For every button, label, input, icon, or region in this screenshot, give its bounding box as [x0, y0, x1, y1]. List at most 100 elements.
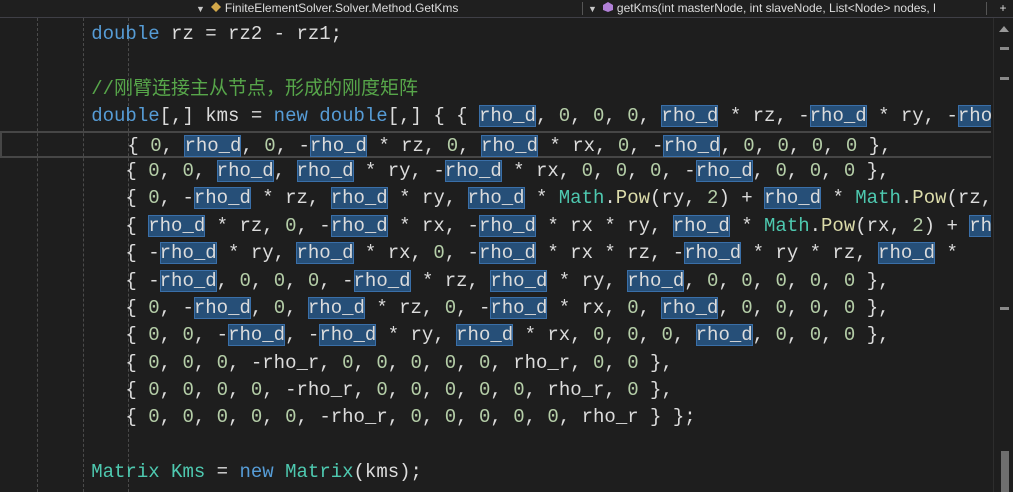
code-token: ,: [638, 324, 662, 347]
code-token: new: [273, 105, 308, 128]
code-line[interactable]: { 0, 0, 0, 0, 0, -rho_r, 0, 0, 0, 0, 0, …: [0, 404, 991, 431]
code-token: *: [821, 187, 856, 210]
code-token: *: [729, 214, 765, 237]
class-dropdown[interactable]: ▼ FiniteElementSolver.Solver.Method.GetKm…: [196, 0, 578, 17]
code-token: , -: [275, 134, 310, 157]
code-token: },: [638, 351, 673, 374]
code-token: ,: [627, 159, 651, 182]
vertical-scrollbar[interactable]: [993, 18, 1013, 492]
code-token: ,: [535, 105, 559, 128]
code-line[interactable]: { 0, 0, rho_d, rho_d * ry, -rho_d * rx, …: [0, 158, 991, 185]
code-token: 0: [775, 296, 787, 319]
highlighted-reference: rho_d: [319, 324, 377, 347]
code-line[interactable]: { -rho_d, 0, 0, 0, -rho_d * rz, rho_d * …: [0, 268, 991, 295]
highlighted-reference: rho_d: [764, 187, 822, 210]
code-line[interactable]: double rz = rz2 - rz1;: [0, 21, 991, 48]
split-editor-icon[interactable]: +: [993, 0, 1013, 17]
scrollbar-thumb[interactable]: [1001, 451, 1009, 492]
code-token: * rz,: [366, 134, 447, 157]
code-token: 0: [182, 324, 194, 347]
code-token: , rho_r } };: [558, 406, 696, 429]
scroll-up-arrow-icon[interactable]: [999, 26, 1009, 32]
code-token: 0: [513, 406, 525, 429]
code-token: ,: [821, 296, 844, 319]
code-token: 0: [216, 406, 229, 429]
code-token: 0: [273, 269, 286, 292]
highlighted-reference: rho_d: [672, 214, 730, 237]
code-token: 0: [182, 351, 194, 374]
highlighted-reference: rho_d: [490, 296, 548, 319]
code-token: ,: [159, 406, 183, 429]
code-token: double: [91, 105, 160, 128]
code-line[interactable]: { 0, -rho_d * rz, rho_d * ry, rho_d * Ma…: [0, 185, 991, 212]
code-editor[interactable]: double rz = rz2 - rz1; //刚臂连接主从节点，形成的刚度矩…: [0, 18, 991, 492]
code-token: 0: [433, 242, 445, 265]
code-token: Pow: [912, 187, 947, 210]
code-token: 0: [843, 296, 856, 319]
code-token: , rho_r,: [524, 379, 628, 402]
highlighted-reference: rho_d: [661, 105, 719, 128]
code-token: 0: [741, 269, 753, 292]
current-code-line[interactable]: { 0, rho_d, 0, -rho_d * rz, 0, rho_d * r…: [0, 130, 991, 158]
code-line[interactable]: { 0, 0, 0, -rho_r, 0, 0, 0, 0, 0, rho_r,…: [0, 350, 991, 377]
code-line[interactable]: [0, 48, 991, 75]
code-token: 0: [250, 406, 263, 429]
code-token: ,: [638, 105, 662, 128]
code-token: ,: [228, 379, 251, 402]
code-token: * rx,: [513, 324, 593, 347]
code-line[interactable]: { 0, -rho_d, 0, rho_d * rz, 0, -rho_d * …: [0, 295, 991, 322]
code-token: 0: [148, 324, 160, 347]
highlighted-reference: rho_d: [444, 159, 502, 182]
code-token: 0: [558, 105, 571, 128]
code-token: 0: [148, 296, 160, 319]
code-token: (rx,: [855, 214, 913, 237]
highlighted-reference: rho_d: [627, 269, 685, 292]
code-token: Matrix: [285, 461, 354, 484]
code-token: ,: [250, 296, 274, 319]
code-token: 0: [376, 379, 388, 402]
code-token: ,: [285, 269, 308, 292]
code-token: (kms);: [353, 461, 422, 484]
code-token: 0: [707, 269, 719, 292]
code-token: {: [0, 351, 149, 374]
code-line[interactable]: //刚臂连接主从节点，形成的刚度矩阵: [0, 76, 991, 103]
code-token: 0: [627, 296, 639, 319]
code-token: ,: [638, 296, 662, 319]
code-token: , -: [444, 242, 479, 265]
code-token: =: [205, 461, 240, 484]
code-line[interactable]: { 0, 0, 0, 0, -rho_r, 0, 0, 0, 0, 0, rho…: [0, 377, 991, 404]
scrollbar-track[interactable]: [998, 38, 1009, 492]
code-token: ,: [752, 296, 776, 319]
highlighted-reference: rho_d: [695, 159, 753, 182]
code-line[interactable]: { rho_d * rz, 0, -rho_d * rx, -rho_d * r…: [0, 213, 991, 240]
code-token: 0: [342, 351, 354, 374]
highlighted-reference: rho_d: [353, 269, 411, 292]
code-line[interactable]: { -rho_d * ry, rho_d * rx, 0, -rho_d * r…: [0, 240, 991, 267]
code-token: 0: [444, 351, 457, 374]
code-token: 0: [444, 296, 457, 319]
method-dropdown[interactable]: ▼ getKms(int masterNode, int slaveNode, L…: [588, 0, 982, 17]
code-token: 0: [264, 134, 276, 157]
code-line[interactable]: Matrix Kms = new Matrix(kms);: [0, 459, 991, 486]
code-token: ,: [592, 159, 616, 182]
code-token: },: [855, 269, 890, 292]
code-token: ,: [524, 406, 548, 429]
code-token: ,: [273, 159, 297, 182]
code-token: ,: [159, 159, 183, 182]
code-line[interactable]: [0, 432, 991, 459]
code-token: 0: [627, 351, 639, 374]
code-line[interactable]: double[,] kms = new double[,] { { rho_d,…: [0, 103, 991, 130]
code-token: , -rho_r,: [296, 406, 411, 429]
highlighted-reference: rho_d: [330, 214, 388, 237]
code-token: 0: [627, 105, 639, 128]
code-token: ,: [241, 134, 265, 157]
code-token: Math: [764, 214, 810, 237]
code-token: * rz,: [364, 296, 445, 319]
method-dropdown-label: getKms(int masterNode, int slaveNode, Li…: [616, 1, 936, 15]
code-token: * rz,: [410, 269, 491, 292]
code-line[interactable]: { 0, 0, -rho_d, -rho_d * ry, rho_d * rx,…: [0, 322, 991, 349]
code-token: ,: [754, 134, 778, 157]
code-token: ,: [718, 269, 742, 292]
